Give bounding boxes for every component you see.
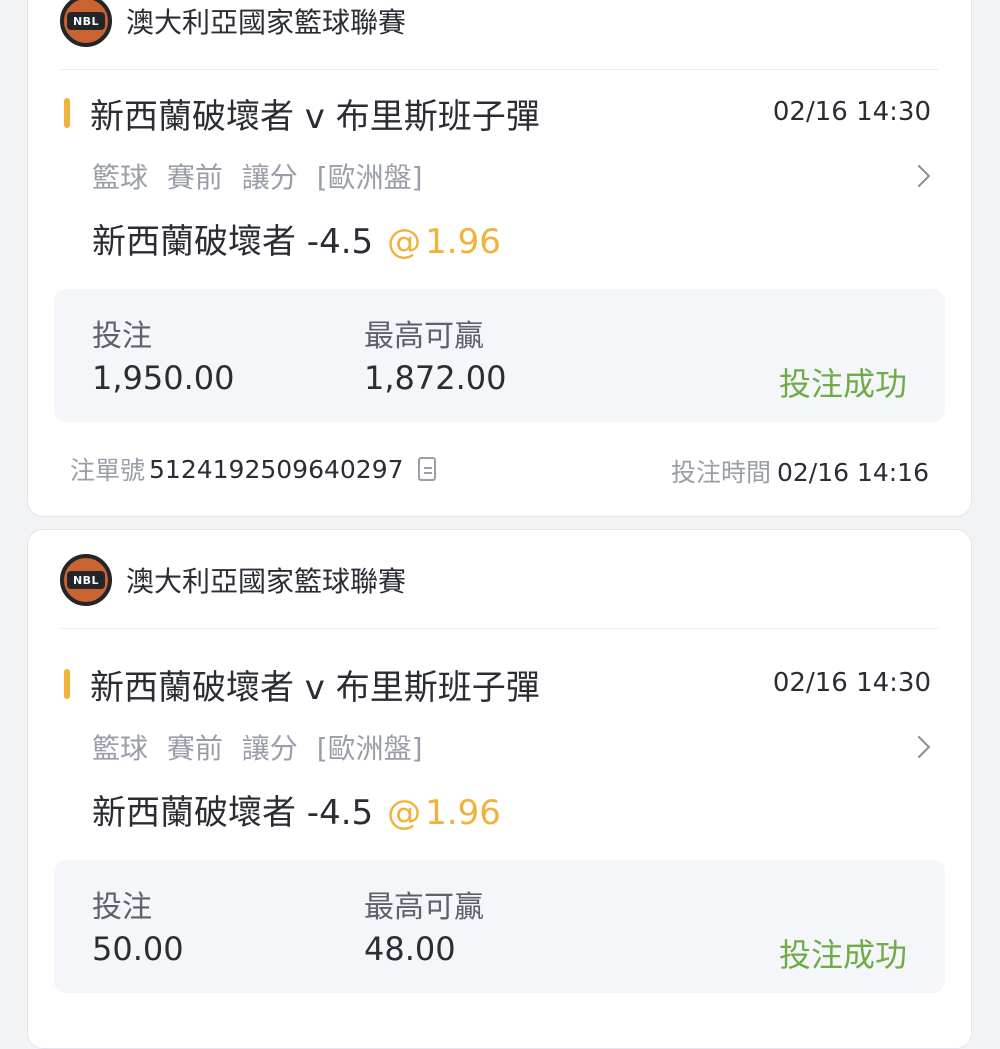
league-header: NBL 澳大利亞國家籃球聯賽 [60, 0, 406, 49]
odds-value: 1.96 [425, 222, 501, 262]
bet-selection: 新西蘭破壞者 -4.5 @1.96 [92, 214, 501, 263]
selection-text: 新西蘭破壞者 -4.5 [92, 222, 374, 262]
accent-bar [64, 669, 70, 699]
chevron-right-icon[interactable] [907, 735, 931, 759]
logo-text: NBL [67, 571, 105, 589]
bet-time-row: 投注時間 02/16 14:16 [671, 453, 929, 489]
stake-box: 投注 1,950.00 最高可贏 1,872.00 投注成功 [54, 289, 945, 422]
ticket-label: 注單號 [70, 456, 146, 485]
max-win-value: 1,872.00 [364, 359, 507, 397]
accent-bar [64, 98, 70, 128]
max-win-value: 48.00 [364, 930, 456, 968]
nbl-logo-icon: NBL [60, 554, 112, 606]
chevron-right-icon[interactable] [907, 164, 931, 188]
league-header: NBL 澳大利亞國家籃球聯賽 [60, 552, 406, 608]
bet-time: 02/16 14:16 [776, 458, 929, 487]
stake-box: 投注 50.00 最高可贏 48.00 投注成功 [54, 860, 945, 993]
status-badge: 投注成功 [778, 365, 907, 403]
bet-meta: 籃球 賽前 讓分 [歐洲盤] [92, 161, 423, 194]
copy-icon[interactable] [417, 457, 436, 481]
selection-text: 新西蘭破壞者 -4.5 [92, 793, 374, 833]
divider [60, 628, 939, 629]
max-win-label: 最高可贏 [364, 890, 484, 925]
logo-text: NBL [67, 12, 105, 30]
odds-value: 1.96 [425, 793, 501, 833]
bet-card: NBL 澳大利亞國家籃球聯賽 新西蘭破壞者 v 布里斯班子彈 02/16 14:… [27, 0, 972, 517]
bet-time-label: 投注時間 [670, 458, 771, 487]
match-title: 新西蘭破壞者 v 布里斯班子彈 [90, 668, 540, 708]
match-title: 新西蘭破壞者 v 布里斯班子彈 [90, 97, 540, 137]
bet-selection: 新西蘭破壞者 -4.5 @1.96 [92, 785, 501, 834]
league-name: 澳大利亞國家籃球聯賽 [126, 6, 407, 39]
match-time: 02/16 14:30 [772, 97, 931, 127]
stake-value: 50.00 [92, 930, 184, 968]
match-time: 02/16 14:30 [772, 668, 931, 698]
odds-at: @ [387, 222, 422, 262]
league-name: 澳大利亞國家籃球聯賽 [126, 565, 407, 598]
stake-value: 1,950.00 [92, 359, 235, 397]
nbl-logo-icon: NBL [60, 0, 112, 47]
divider [60, 69, 939, 70]
bet-meta: 籃球 賽前 讓分 [歐洲盤] [92, 732, 423, 765]
stake-label: 投注 [92, 319, 152, 354]
status-badge: 投注成功 [778, 936, 907, 974]
stake-label: 投注 [92, 890, 152, 925]
max-win-label: 最高可贏 [364, 319, 484, 354]
bet-card: NBL 澳大利亞國家籃球聯賽 新西蘭破壞者 v 布里斯班子彈 02/16 14:… [27, 529, 972, 1049]
ticket-number: 5124192509640297 [149, 454, 404, 484]
ticket-number-row: 注單號 5124192509640297 [70, 451, 436, 487]
odds-at: @ [387, 793, 422, 833]
